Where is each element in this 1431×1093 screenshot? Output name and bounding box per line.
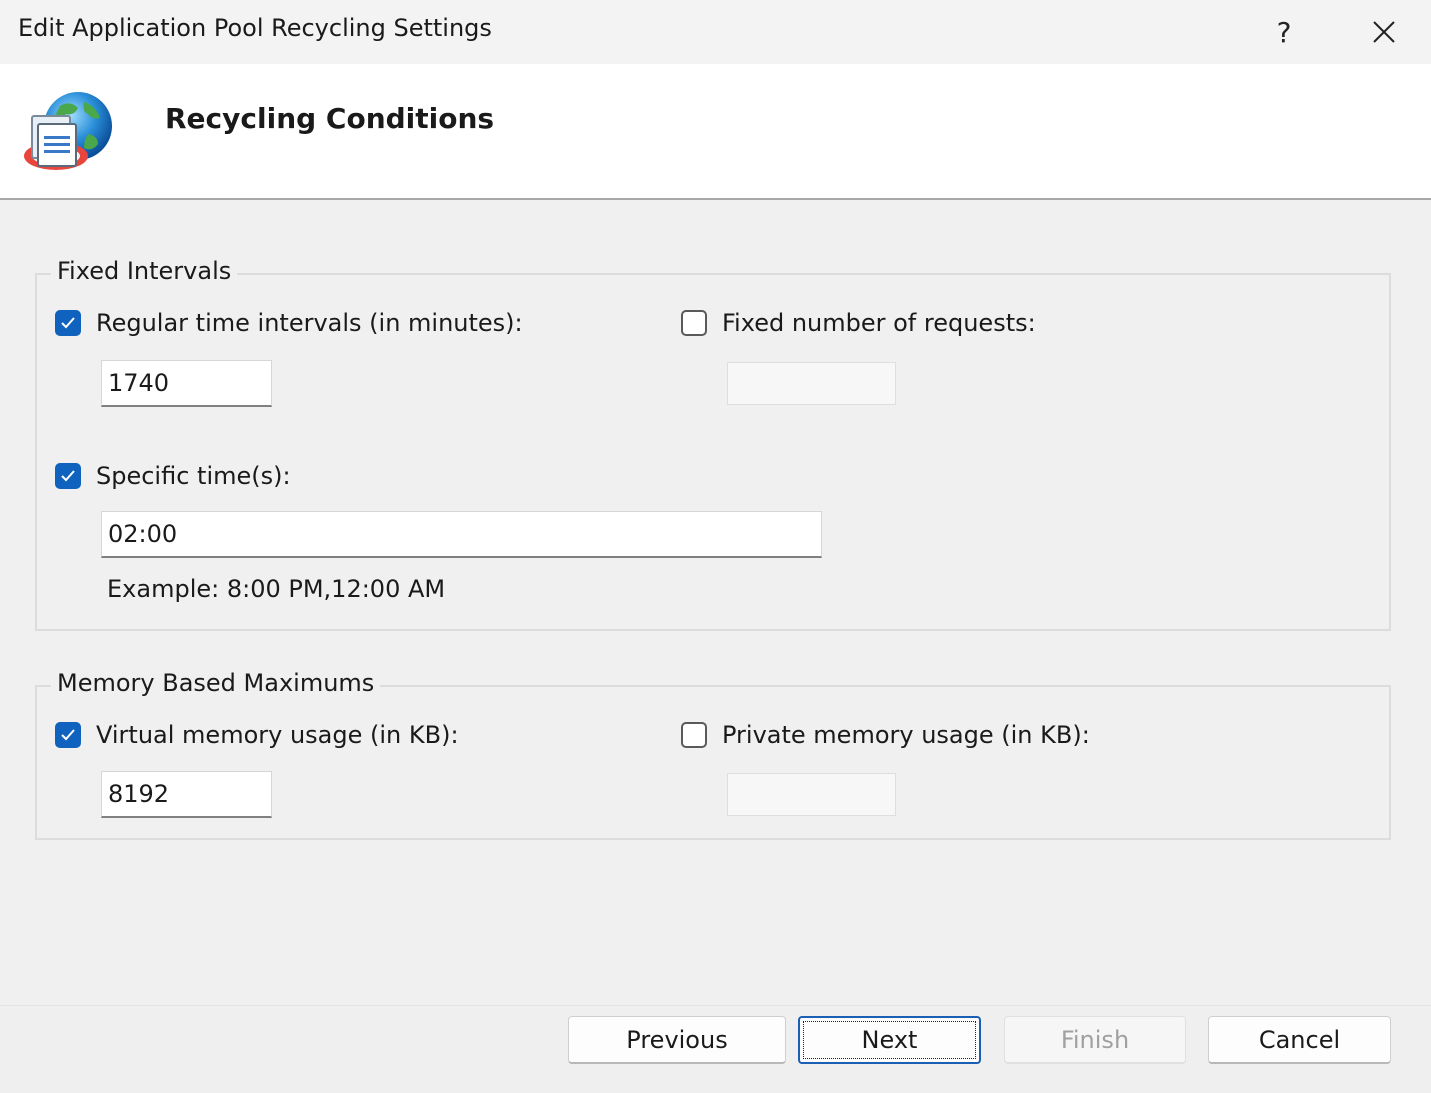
window-title: Edit Application Pool Recycling Settings — [18, 14, 492, 42]
regular-time-intervals-option[interactable]: Regular time intervals (in minutes): — [55, 309, 523, 337]
specific-times-input[interactable]: 02:00 — [101, 511, 822, 558]
specific-times-label: Specific time(s): — [96, 462, 291, 490]
checkmark-icon — [61, 729, 75, 741]
fixed-number-of-requests-checkbox[interactable] — [681, 310, 707, 336]
help-button[interactable]: ? — [1252, 0, 1316, 64]
cancel-button[interactable]: Cancel — [1208, 1016, 1391, 1064]
checkmark-icon — [61, 317, 75, 329]
fixed-number-of-requests-option[interactable]: Fixed number of requests: — [681, 309, 1036, 337]
memory-based-maximums-legend: Memory Based Maximums — [51, 669, 381, 697]
close-icon — [1373, 21, 1395, 43]
private-memory-checkbox[interactable] — [681, 722, 707, 748]
specific-times-example: Example: 8:00 PM,12:00 AM — [107, 575, 446, 603]
fixed-number-of-requests-label: Fixed number of requests: — [722, 309, 1036, 337]
fixed-number-of-requests-input — [727, 362, 896, 405]
wizard-header: Recycling Conditions — [0, 64, 1431, 200]
private-memory-input — [727, 773, 896, 816]
specific-times-checkbox[interactable] — [55, 463, 81, 489]
checkmark-icon — [61, 470, 75, 482]
page-title: Recycling Conditions — [165, 102, 495, 135]
focus-ring — [803, 1021, 976, 1059]
finish-button: Finish — [1004, 1016, 1186, 1064]
virtual-memory-label: Virtual memory usage (in KB): — [96, 721, 459, 749]
regular-time-intervals-label: Regular time intervals (in minutes): — [96, 309, 523, 337]
virtual-memory-checkbox[interactable] — [55, 722, 81, 748]
specific-times-option[interactable]: Specific time(s): — [55, 462, 291, 490]
title-bar: Edit Application Pool Recycling Settings… — [0, 0, 1431, 64]
private-memory-option[interactable]: Private memory usage (in KB): — [681, 721, 1090, 749]
fixed-intervals-legend: Fixed Intervals — [51, 257, 238, 285]
close-button[interactable] — [1352, 0, 1416, 64]
virtual-memory-option[interactable]: Virtual memory usage (in KB): — [55, 721, 459, 749]
next-button[interactable]: Next — [798, 1016, 981, 1064]
virtual-memory-input[interactable]: 8192 — [101, 771, 272, 818]
previous-button[interactable]: Previous — [568, 1016, 786, 1064]
private-memory-label: Private memory usage (in KB): — [722, 721, 1090, 749]
application-pool-globe-icon — [24, 92, 112, 170]
regular-time-intervals-input[interactable]: 1740 — [101, 360, 272, 407]
regular-time-intervals-checkbox[interactable] — [55, 310, 81, 336]
